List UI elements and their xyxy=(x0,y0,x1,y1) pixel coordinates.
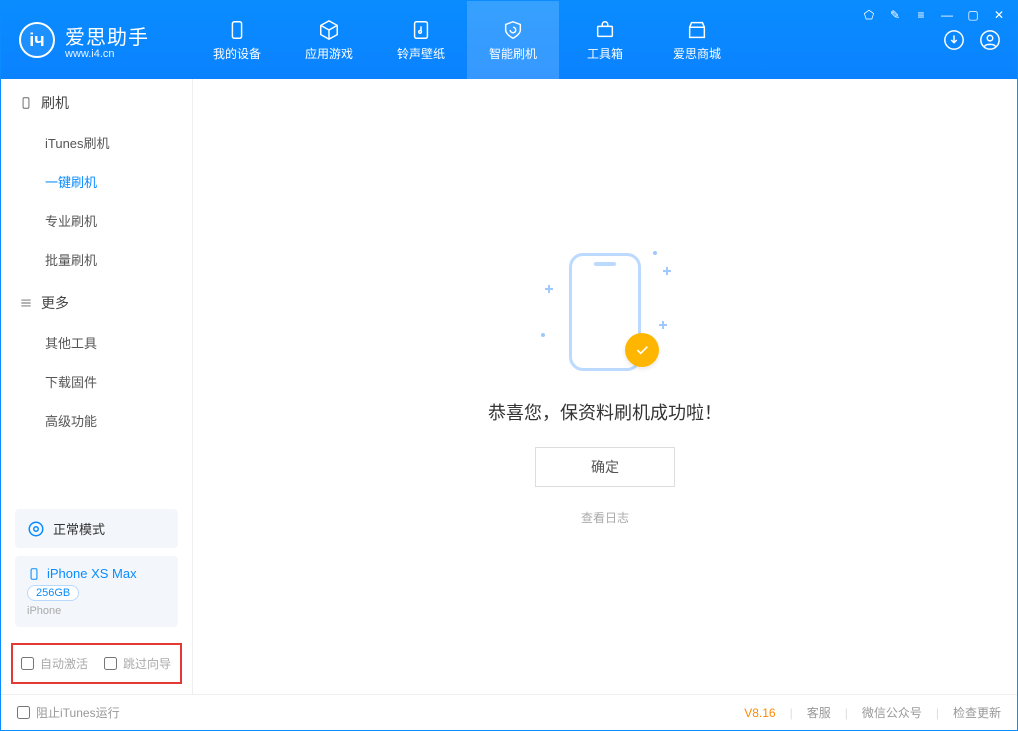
minimize-button[interactable]: — xyxy=(937,7,957,23)
skin-icon[interactable]: ⬠ xyxy=(859,7,879,23)
confirm-button[interactable]: 确定 xyxy=(535,447,675,487)
music-file-icon xyxy=(410,19,432,41)
account-button[interactable] xyxy=(977,27,1003,53)
app-window: ⬠ ✎ ≡ — ▢ ✕ iч 爱思助手 www.i4.cn 我的设备 应用游戏 xyxy=(0,0,1018,731)
sidebar-item-pro-flash[interactable]: 专业刷机 xyxy=(1,201,192,240)
phone-icon xyxy=(226,19,248,41)
refresh-shield-icon xyxy=(502,19,524,41)
view-log-link[interactable]: 查看日志 xyxy=(581,509,629,526)
option-label: 自动激活 xyxy=(40,655,88,672)
store-icon xyxy=(686,19,708,41)
option-block-itunes[interactable]: 阻止iTunes运行 xyxy=(17,704,120,721)
support-link[interactable]: 客服 xyxy=(807,704,831,721)
check-update-link[interactable]: 检查更新 xyxy=(953,704,1001,721)
tab-apps-games[interactable]: 应用游戏 xyxy=(283,1,375,79)
footer: 阻止iTunes运行 V8.16 | 客服 | 微信公众号 | 检查更新 xyxy=(1,694,1017,730)
tab-store[interactable]: 爱思商城 xyxy=(651,1,743,79)
feedback-icon[interactable]: ✎ xyxy=(885,7,905,23)
option-label: 跳过向导 xyxy=(123,655,171,672)
tab-smart-flash[interactable]: 智能刷机 xyxy=(467,1,559,79)
main-content: 恭喜您，保资料刷机成功啦！ 确定 查看日志 xyxy=(193,79,1017,694)
success-message: 恭喜您，保资料刷机成功啦！ xyxy=(488,399,722,425)
tab-label: 铃声壁纸 xyxy=(397,45,445,62)
device-card[interactable]: iPhone XS Max 256GB iPhone xyxy=(15,556,178,627)
device-name-row: iPhone XS Max xyxy=(27,566,166,581)
maximize-button[interactable]: ▢ xyxy=(963,7,983,23)
header: ⬠ ✎ ≡ — ▢ ✕ iч 爱思助手 www.i4.cn 我的设备 应用游戏 xyxy=(1,1,1017,79)
tab-toolbox[interactable]: 工具箱 xyxy=(559,1,651,79)
brand-name: 爱思助手 xyxy=(65,21,149,50)
device-type: iPhone xyxy=(27,605,166,617)
brand: iч 爱思助手 www.i4.cn xyxy=(1,1,191,79)
device-name: iPhone XS Max xyxy=(47,566,137,581)
sidebar-item-other-tools[interactable]: 其他工具 xyxy=(1,323,192,362)
phone-small-icon xyxy=(27,567,41,581)
tab-ringtones[interactable]: 铃声壁纸 xyxy=(375,1,467,79)
tab-label: 爱思商城 xyxy=(673,45,721,62)
sidebar-item-batch-flash[interactable]: 批量刷机 xyxy=(1,240,192,279)
highlighted-options: 自动激活 跳过向导 xyxy=(11,643,182,684)
mode-icon xyxy=(27,520,45,538)
option-label: 阻止iTunes运行 xyxy=(36,704,120,721)
skip-guide-checkbox[interactable] xyxy=(104,657,117,670)
sidebar-item-download-firmware[interactable]: 下载固件 xyxy=(1,362,192,401)
mode-card[interactable]: 正常模式 xyxy=(15,509,178,548)
menu-icon[interactable]: ≡ xyxy=(911,7,931,23)
tab-label: 工具箱 xyxy=(587,45,623,62)
sidebar-item-itunes-flash[interactable]: iTunes刷机 xyxy=(1,123,192,162)
window-controls: ⬠ ✎ ≡ — ▢ ✕ xyxy=(859,7,1009,23)
toolbox-icon xyxy=(594,19,616,41)
header-tabs: 我的设备 应用游戏 铃声壁纸 智能刷机 工具箱 爱思商城 xyxy=(191,1,743,79)
download-button[interactable] xyxy=(941,27,967,53)
mode-label: 正常模式 xyxy=(53,519,105,538)
device-icon xyxy=(19,96,33,110)
tab-label: 应用游戏 xyxy=(305,45,353,62)
section-title: 更多 xyxy=(41,293,69,313)
version-label: V8.16 xyxy=(744,706,775,720)
device-capacity: 256GB xyxy=(27,585,79,601)
wechat-link[interactable]: 微信公众号 xyxy=(862,704,922,721)
success-check-badge-icon xyxy=(625,333,659,367)
sidebar-item-advanced[interactable]: 高级功能 xyxy=(1,401,192,440)
block-itunes-checkbox[interactable] xyxy=(17,706,30,719)
option-skip-guide[interactable]: 跳过向导 xyxy=(104,655,171,672)
section-title: 刷机 xyxy=(41,93,69,113)
cube-icon xyxy=(318,19,340,41)
auto-activate-checkbox[interactable] xyxy=(21,657,34,670)
tab-label: 智能刷机 xyxy=(489,45,537,62)
success-illustration xyxy=(535,247,675,377)
sidebar-section-flash: 刷机 xyxy=(1,79,192,123)
sidebar-section-more: 更多 xyxy=(1,279,192,323)
body: 刷机 iTunes刷机 一键刷机 专业刷机 批量刷机 更多 其他工具 下载固件 … xyxy=(1,79,1017,694)
tab-label: 我的设备 xyxy=(213,45,261,62)
close-button[interactable]: ✕ xyxy=(989,7,1009,23)
tab-my-device[interactable]: 我的设备 xyxy=(191,1,283,79)
sidebar: 刷机 iTunes刷机 一键刷机 专业刷机 批量刷机 更多 其他工具 下载固件 … xyxy=(1,79,193,694)
sidebar-item-oneclick-flash[interactable]: 一键刷机 xyxy=(1,162,192,201)
option-auto-activate[interactable]: 自动激活 xyxy=(21,655,88,672)
brand-logo-icon: iч xyxy=(19,22,55,58)
list-icon xyxy=(19,296,33,310)
footer-right: V8.16 | 客服 | 微信公众号 | 检查更新 xyxy=(744,704,1001,721)
brand-url: www.i4.cn xyxy=(65,48,149,60)
